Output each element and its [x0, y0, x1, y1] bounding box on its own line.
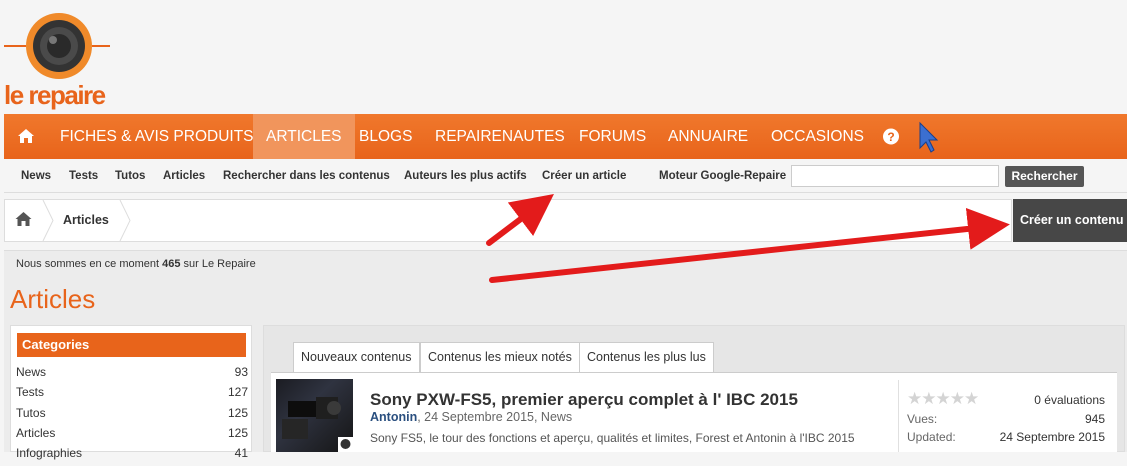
article-thumbnail[interactable]	[276, 379, 353, 452]
rating-count: 0 évaluations	[1034, 393, 1105, 407]
star-icon: ★	[935, 389, 951, 408]
home-icon[interactable]	[15, 211, 32, 232]
article-description: Sony FS5, le tour des fonctions et aperç…	[370, 431, 855, 445]
online-status: Nous sommes en ce moment 465 sur Le Repa…	[16, 258, 256, 270]
category-item[interactable]: News 93	[16, 365, 248, 385]
category-item[interactable]: Tests 127	[16, 385, 248, 405]
views-label: Vues:	[907, 412, 938, 426]
star-icon: ★	[964, 389, 979, 408]
star-icon: ★	[949, 389, 965, 408]
article-title[interactable]: Sony PXW-FS5, premier aperçu complet à l…	[370, 390, 798, 410]
categories-sidebar: Categories News 93 Tests 127 Tutos 125 Arti…	[10, 325, 252, 460]
category-item[interactable]: Infographies 41	[16, 446, 248, 466]
search-button[interactable]: Rechercher	[1005, 166, 1084, 187]
search-input[interactable]	[791, 165, 999, 187]
svg-text:?: ?	[887, 130, 894, 144]
home-icon[interactable]	[17, 114, 35, 159]
sub-nav: News Tests Tutos Articles Rechercher dan…	[4, 159, 1127, 193]
nav-articles[interactable]: ARTICLES	[253, 114, 355, 159]
tab-most-read[interactable]: Contenus les plus lus	[579, 342, 714, 372]
search-label: Moteur Google-Repaire	[659, 170, 787, 182]
subnav-top-authors[interactable]: Auteurs les plus actifs	[404, 159, 527, 193]
nav-fiches[interactable]: FICHES & AVIS PRODUITS	[60, 114, 254, 159]
breadcrumb-current[interactable]: Articles	[63, 213, 109, 227]
categories-heading: Categories	[17, 333, 246, 357]
subnav-tutos[interactable]: Tutos	[115, 159, 145, 193]
updated-value: 24 Septembre 2015	[999, 430, 1105, 444]
category-item[interactable]: Tutos 125	[16, 406, 248, 426]
star-icon: ★	[921, 389, 936, 408]
breadcrumb: Articles	[4, 199, 1012, 242]
nav-occasions[interactable]: OCCASIONS	[771, 114, 864, 159]
camera-lens-icon: le repaire	[4, 13, 110, 110]
updated-label: Updated:	[907, 430, 956, 444]
create-content-button[interactable]: Créer un contenu	[1013, 199, 1127, 242]
subnav-news[interactable]: News	[21, 159, 51, 193]
subnav-search-contents[interactable]: Rechercher dans les contenus	[223, 159, 390, 193]
star-rating[interactable]: ★★★★★	[907, 389, 979, 409]
nav-blogs[interactable]: BLOGS	[359, 114, 412, 159]
main-nav: FICHES & AVIS PRODUITS ARTICLES BLOGS RE…	[4, 114, 1127, 159]
subnav-tests[interactable]: Tests	[69, 159, 98, 193]
site-logo[interactable]: le repaire	[4, 6, 124, 110]
article-stats: ★★★★★ 0 évaluations Vues: 945 Updated: 2…	[898, 380, 1117, 452]
tab-top-rated[interactable]: Contenus les mieux notés	[420, 342, 580, 372]
nav-annuaire[interactable]: ANNUAIRE	[668, 114, 748, 159]
star-icon: ★	[907, 389, 922, 408]
page-title: Articles	[10, 284, 96, 314]
subnav-create-article[interactable]: Créer un article	[542, 159, 626, 193]
svg-text:le repaire: le repaire	[4, 80, 106, 110]
article-author[interactable]: Antonin	[370, 410, 417, 424]
category-item[interactable]: Articles 125	[16, 426, 248, 446]
nav-repairenautes[interactable]: REPAIRENAUTES	[435, 114, 565, 159]
article-meta: Antonin, 24 Septembre 2015, News	[370, 410, 573, 424]
help-icon[interactable]: ?	[882, 114, 900, 159]
views-value: 945	[1084, 412, 1105, 426]
subnav-articles[interactable]: Articles	[163, 159, 205, 193]
tab-new-contents[interactable]: Nouveaux contenus	[293, 342, 420, 372]
nav-forums[interactable]: FORUMS	[579, 114, 646, 159]
